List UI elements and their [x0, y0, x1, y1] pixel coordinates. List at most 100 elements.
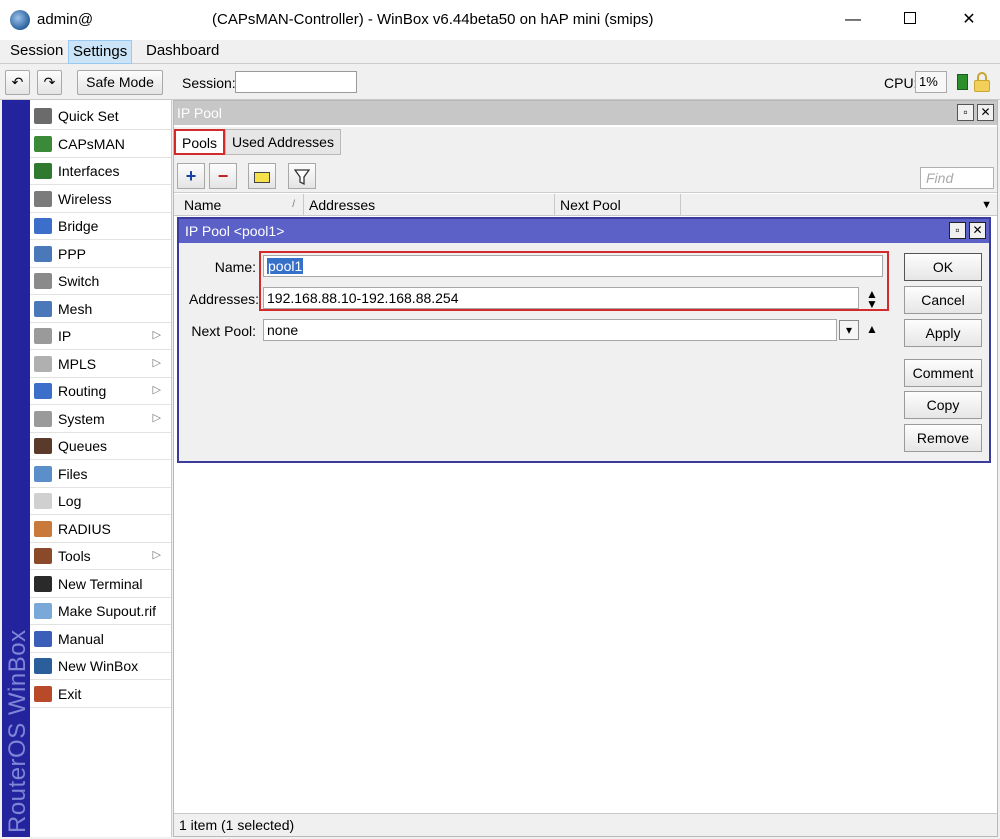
next-pool-label: Next Pool:	[191, 323, 256, 339]
tab-used-addresses[interactable]: Used Addresses	[225, 129, 341, 155]
sidebar-item-label: Manual	[58, 630, 104, 647]
session-input[interactable]	[235, 71, 357, 93]
collapse-field-icon[interactable]: ▲	[865, 323, 879, 335]
remove-dialog-button[interactable]: Remove	[904, 424, 982, 452]
ip-icon	[34, 328, 52, 344]
sidebar-item-label: Queues	[58, 438, 108, 454]
session-label: Session:	[182, 75, 236, 91]
terminal-icon	[34, 575, 52, 592]
routing-icon	[34, 383, 52, 399]
restore-panel-button[interactable]: ▫	[957, 104, 974, 121]
sort-indicator: /	[292, 199, 295, 210]
safe-mode-button[interactable]: Safe Mode	[77, 70, 163, 95]
next-pool-select[interactable]: none	[263, 319, 837, 341]
name-input[interactable]: pool1	[263, 255, 883, 277]
sidebar-item-ip[interactable]: IP ▷	[30, 323, 171, 350]
sidebar-item-switch[interactable]: Switch	[30, 268, 171, 295]
supout-icon	[34, 603, 52, 619]
filter-button[interactable]	[288, 163, 316, 189]
dialog-restore-button[interactable]: ▫	[949, 222, 966, 239]
addresses-spin-icon[interactable]: ▲ ▼	[865, 288, 879, 310]
cpu-indicator	[957, 74, 968, 90]
system-icon	[34, 410, 52, 427]
next-pool-dropdown-icon[interactable]: ▾	[839, 320, 859, 340]
sidebar-item-quick-set[interactable]: Quick Set	[30, 103, 171, 130]
sidebar-item-new-terminal[interactable]: New Terminal	[30, 571, 171, 598]
exit-icon	[34, 685, 52, 702]
sidebar-item-mpls[interactable]: MPLS ▷	[30, 351, 171, 378]
sidebar-item-bridge[interactable]: Bridge	[30, 213, 171, 240]
submenu-arrow-icon: ▷	[152, 384, 161, 396]
filter-icon	[293, 169, 311, 186]
sidebar-item-label: Bridge	[58, 218, 99, 234]
add-button[interactable]: +	[177, 163, 205, 189]
sidebar-item-wireless[interactable]: Wireless	[30, 186, 171, 213]
column-menu-button[interactable]: ▼	[981, 199, 992, 211]
remove-button[interactable]: −	[209, 163, 237, 189]
sidebar-item-files[interactable]: Files	[30, 461, 171, 488]
ok-button[interactable]: OK	[904, 253, 982, 281]
addresses-label: Addresses:	[189, 291, 260, 307]
apply-button[interactable]: Apply	[904, 319, 982, 347]
menu-settings[interactable]: Settings	[68, 40, 133, 64]
close-window-button[interactable]: ✕	[940, 0, 998, 40]
sidebar-item-capsman[interactable]: CAPsMAN	[30, 131, 171, 158]
minimize-button[interactable]: —	[824, 0, 882, 40]
dialog-title-bar: IP Pool <pool1> ▫ ✕	[179, 219, 989, 243]
menu-dashboard[interactable]: Dashboard	[142, 40, 223, 64]
sidebar-item-interfaces[interactable]: Interfaces	[30, 158, 171, 185]
redo-button[interactable]: ↷	[37, 70, 62, 95]
sidebar-item-make-supout-rif[interactable]: Make Supout.rif	[30, 598, 171, 625]
panel-title-text: IP Pool	[177, 105, 222, 121]
sidebar-item-manual[interactable]: Manual	[30, 626, 171, 653]
switch-icon	[34, 273, 52, 289]
sidebar-item-label: Mesh	[58, 300, 93, 317]
tab-pools[interactable]: Pools	[174, 129, 226, 155]
addresses-input[interactable]: 192.168.88.10-192.168.88.254	[263, 287, 859, 309]
sidebar-item-ppp[interactable]: PPP	[30, 241, 171, 268]
cancel-button[interactable]: Cancel	[904, 286, 982, 314]
dialog-close-button[interactable]: ✕	[969, 222, 986, 239]
name-value: pool1	[267, 258, 304, 274]
queues-icon	[34, 438, 52, 454]
bridge-icon	[34, 218, 52, 234]
maximize-button[interactable]	[881, 0, 939, 40]
sidebar-item-label: PPP	[58, 245, 87, 262]
sidebar-item-tools[interactable]: Tools ▷	[30, 543, 171, 570]
ip-pool-panel: IP Pool ▫ ✕ Pools Used Addresses + − Fin…	[173, 100, 998, 837]
menu-session[interactable]: Session	[6, 40, 67, 64]
submenu-arrow-icon: ▷	[152, 329, 161, 341]
sidebar-item-label: Switch	[58, 273, 100, 289]
close-panel-button[interactable]: ✕	[977, 104, 994, 121]
copy-button[interactable]: Copy	[904, 391, 982, 419]
sidebar-item-queues[interactable]: Queues	[30, 433, 171, 460]
comment-dialog-button[interactable]: Comment	[904, 359, 982, 387]
cpu-label: CPU:	[884, 75, 918, 91]
manual-icon	[34, 630, 52, 647]
sidebar-item-log[interactable]: Log	[30, 488, 171, 515]
sidebar-item-exit[interactable]: Exit	[30, 681, 171, 708]
tools-icon	[34, 548, 52, 564]
sidebar-item-system[interactable]: System ▷	[30, 406, 171, 433]
new-winbox-icon	[34, 658, 52, 674]
status-bar: 1 item (1 selected)	[174, 813, 997, 836]
sidebar-item-mesh[interactable]: Mesh	[30, 296, 171, 323]
maximize-icon	[904, 12, 916, 24]
undo-button[interactable]: ↶	[5, 70, 30, 95]
brand-text: RouterOS WinBox	[4, 629, 31, 833]
comment-button[interactable]	[248, 163, 276, 189]
ip-pool-dialog: IP Pool <pool1> ▫ ✕ Name: pool1 Addresse…	[177, 217, 991, 463]
table-header: Name / Addresses Next Pool ▼	[174, 194, 997, 216]
capsman-icon	[34, 135, 52, 152]
sidebar-item-radius[interactable]: RADIUS	[30, 516, 171, 543]
sidebar-item-label: Log	[58, 493, 82, 509]
column-name[interactable]: Name /	[179, 194, 304, 216]
sidebar-item-routing[interactable]: Routing ▷	[30, 378, 171, 405]
sidebar-item-new-winbox[interactable]: New WinBox	[30, 653, 171, 680]
submenu-arrow-icon: ▷	[152, 356, 161, 369]
sidebar-item-label: Routing	[58, 383, 107, 399]
find-input[interactable]: Find	[920, 167, 994, 189]
dialog-title: IP Pool <pool1>	[185, 223, 285, 239]
column-addresses[interactable]: Addresses	[304, 194, 555, 216]
column-next-pool[interactable]: Next Pool	[555, 194, 681, 216]
